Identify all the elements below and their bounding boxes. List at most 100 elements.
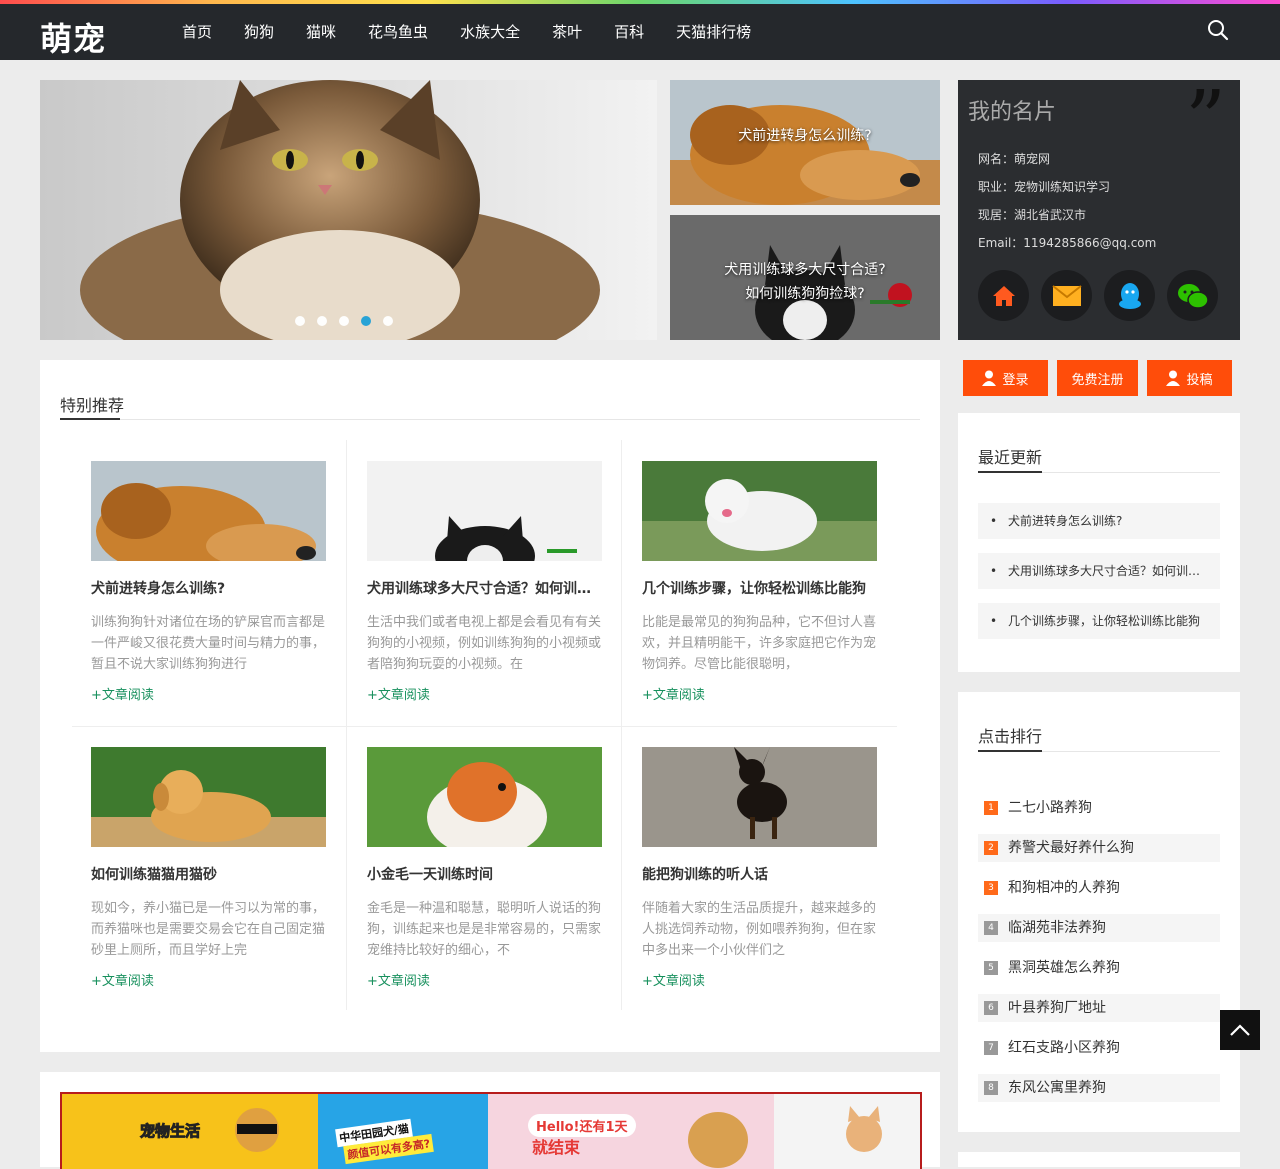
featured-item-title[interactable]: 如何训练猫猫用猫砂: [91, 864, 326, 884]
featured-item-3[interactable]: 几个训练步骤，让你轻松训练比能狗 比能是最常见的狗狗品种，它不但讨人喜欢，并且精…: [642, 461, 877, 703]
read-more-link[interactable]: +文章阅读: [642, 684, 877, 703]
latest-title: 最近更新: [978, 448, 1043, 467]
ranking-item[interactable]: 5 黑洞英雄怎么养狗: [978, 954, 1220, 982]
latest-item-link[interactable]: 犬用训练球多大尺寸合适？如何训练狗狗捡球?: [1008, 553, 1208, 589]
ranking-item[interactable]: 2 养警犬最好养什么狗: [978, 834, 1220, 862]
featured-item-title[interactable]: 几个训练步骤，让你轻松训练比能狗: [642, 578, 877, 598]
nav-tea[interactable]: 茶叶: [536, 4, 598, 60]
slider-dot-5[interactable]: [383, 316, 393, 326]
mail-icon[interactable]: [1041, 270, 1092, 321]
ranking-item-link[interactable]: 红石支路小区养狗: [1008, 1034, 1120, 1062]
slider-dot-4[interactable]: [361, 316, 371, 326]
featured-item-4[interactable]: 如何训练猫猫用猫砂 现如今，养小猫已是一件习以为常的事，而养猫咪也是需要交易会它…: [91, 747, 326, 989]
latest-item[interactable]: • 几个训练步骤，让你轻松训练比能狗: [978, 603, 1220, 639]
ranking-item-link[interactable]: 黑洞英雄怎么养狗: [1008, 954, 1120, 982]
ranking-item-link[interactable]: 和狗相冲的人养狗: [1008, 874, 1120, 902]
latest-item-link[interactable]: 几个训练步骤，让你轻松训练比能狗: [1008, 603, 1208, 639]
read-more-link[interactable]: +文章阅读: [91, 970, 326, 989]
home-icon[interactable]: [978, 270, 1029, 321]
profile-location: 现居：湖北省武汉市: [978, 208, 1087, 222]
login-button[interactable]: 登录: [963, 360, 1048, 396]
featured-image[interactable]: [91, 461, 326, 561]
nav-wiki[interactable]: 百科: [598, 4, 660, 60]
back-to-top-button[interactable]: [1220, 1010, 1260, 1050]
slider-dot-3[interactable]: [339, 316, 349, 326]
featured-item-desc: 生活中我们或者电视上都是会看见有有关狗狗的小视频，例如训练狗狗的小视频或者陪狗狗…: [367, 615, 602, 672]
hero-side-item-2[interactable]: 犬用训练球多大尺寸合适? 如何训练狗狗捡球?: [670, 215, 940, 340]
ad-banner[interactable]: 宠物生活 中华田园犬/猫 颜值可以有多高? Hello!还有1天 就结束: [60, 1092, 922, 1169]
featured-image[interactable]: [642, 747, 877, 847]
read-more-link[interactable]: +文章阅读: [91, 684, 326, 703]
banner-text: 就结束: [532, 1138, 581, 1157]
featured-divider: [60, 419, 920, 420]
featured-item-title[interactable]: 能把狗训练的听人话: [642, 864, 877, 884]
submit-article-button[interactable]: 投稿: [1147, 360, 1232, 396]
ranking-item[interactable]: 3 和狗相冲的人养狗: [978, 874, 1220, 902]
bullet: •: [990, 514, 998, 528]
hero-side-item-1[interactable]: 犬前进转身怎么训练?: [670, 80, 940, 205]
read-more-link[interactable]: +文章阅读: [367, 684, 602, 703]
social-links: [978, 270, 1218, 321]
nav-tmall-ranking[interactable]: 天猫排行榜: [660, 4, 767, 60]
featured-item-title[interactable]: 犬前进转身怎么训练?: [91, 578, 326, 598]
ranking-item[interactable]: 4 临湖苑非法养狗: [978, 914, 1220, 942]
featured-image[interactable]: [91, 747, 326, 847]
auth-buttons: 登录 免费注册 投稿: [963, 360, 1232, 396]
bullet: •: [990, 564, 998, 578]
ranking-item-link[interactable]: 叶县养狗厂地址: [1008, 994, 1106, 1022]
ranking-item-link[interactable]: 东风公寓里养狗: [1008, 1074, 1106, 1102]
site-logo[interactable]: 萌宠: [40, 14, 106, 60]
ranking-item-link[interactable]: 二七小路养狗: [1008, 794, 1092, 822]
read-more-link[interactable]: +文章阅读: [642, 970, 877, 989]
ranking-item[interactable]: 8 东风公寓里养狗: [978, 1074, 1220, 1102]
featured-item-2[interactable]: 犬用训练球多大尺寸合适？如何训练狗狗捡球? 生活中我们或者电视上都是会看见有有关…: [367, 461, 602, 703]
slider-dot-2[interactable]: [317, 316, 327, 326]
qq-icon[interactable]: [1104, 270, 1155, 321]
featured-item-title[interactable]: 小金毛一天训练时间: [367, 864, 602, 884]
nav-birds-fish[interactable]: 花鸟鱼虫: [352, 4, 444, 60]
slider-image-cat: [40, 80, 657, 340]
featured-image[interactable]: [367, 747, 602, 847]
banner-segment: 宠物生活: [62, 1094, 318, 1169]
banner-segment: Hello!还有1天 就结束: [488, 1094, 774, 1169]
latest-item[interactable]: • 犬前进转身怎么训练?: [978, 503, 1220, 539]
nav-aquarium[interactable]: 水族大全: [444, 4, 536, 60]
read-more-link[interactable]: +文章阅读: [367, 970, 602, 989]
nav-home[interactable]: 首页: [166, 4, 228, 60]
ranking-item-link[interactable]: 临湖苑非法养狗: [1008, 914, 1106, 942]
profile-title: 我的名片: [968, 100, 1057, 125]
banner-segment: [774, 1094, 920, 1169]
search-icon[interactable]: [1206, 18, 1230, 42]
slider-dot-1[interactable]: [295, 316, 305, 326]
profile-name: 网名：萌宠网: [978, 152, 1051, 166]
featured-item-1[interactable]: 犬前进转身怎么训练? 训练狗狗针对诸位在场的铲屎官而言都是一件严峻又很花费大量时…: [91, 461, 326, 703]
side-caption-2-line2[interactable]: 如何训练狗狗捡球?: [670, 282, 940, 306]
profile-email: Email：1194285866@qq.com: [978, 236, 1157, 250]
ranking-item[interactable]: 1 二七小路养狗: [978, 794, 1220, 822]
latest-item-link[interactable]: 犬前进转身怎么训练?: [1008, 503, 1208, 539]
hero-slider[interactable]: [40, 80, 657, 340]
nav-dogs[interactable]: 狗狗: [228, 4, 290, 60]
rank-number: 3: [984, 881, 998, 895]
ranking-item-link[interactable]: 养警犬最好养什么狗: [1008, 834, 1134, 862]
latest-item[interactable]: • 犬用训练球多大尺寸合适？如何训练狗狗捡球?: [978, 553, 1220, 589]
nav-cats[interactable]: 猫咪: [290, 4, 352, 60]
grid-divider: [621, 440, 622, 1010]
featured-item-6[interactable]: 能把狗训练的听人话 伴随着大家的生活品质提升，越来越多的人挑选饲养动物，例如喂养…: [642, 747, 877, 989]
featured-item-desc: 伴随着大家的生活品质提升，越来越多的人挑选饲养动物，例如喂养狗狗，但在家中多出来…: [642, 901, 877, 958]
featured-item-desc: 现如今，养小猫已是一件习以为常的事，而养猫咪也是需要交易会它在自己固定猫砂里上厕…: [91, 901, 326, 958]
featured-item-title[interactable]: 犬用训练球多大尺寸合适？如何训练狗狗捡球?: [367, 578, 602, 598]
profile-info: 网名：萌宠网 职业：宠物训练知识学习 现居：湖北省武汉市 Email：11942…: [978, 148, 1156, 260]
featured-item-5[interactable]: 小金毛一天训练时间 金毛是一种温和聪慧，聪明听人说话的狗狗，训练起来也是是非常容…: [367, 747, 602, 989]
wechat-icon[interactable]: [1167, 270, 1218, 321]
side-caption-1[interactable]: 犬前进转身怎么训练?: [670, 124, 940, 148]
side-caption-2-line1[interactable]: 犬用训练球多大尺寸合适?: [670, 258, 940, 282]
featured-image[interactable]: [367, 461, 602, 561]
register-button[interactable]: 免费注册: [1057, 360, 1138, 396]
ranking-item[interactable]: 7 红石支路小区养狗: [978, 1034, 1220, 1062]
featured-item-desc: 比能是最常见的狗狗品种，它不但讨人喜欢，并且精明能干，许多家庭把它作为宠物饲养。…: [642, 615, 877, 672]
featured-image[interactable]: [642, 461, 877, 561]
ranking-underline: [978, 750, 1042, 752]
ranking-item[interactable]: 6 叶县养狗厂地址: [978, 994, 1220, 1022]
ranking-title: 点击排行: [978, 727, 1043, 746]
